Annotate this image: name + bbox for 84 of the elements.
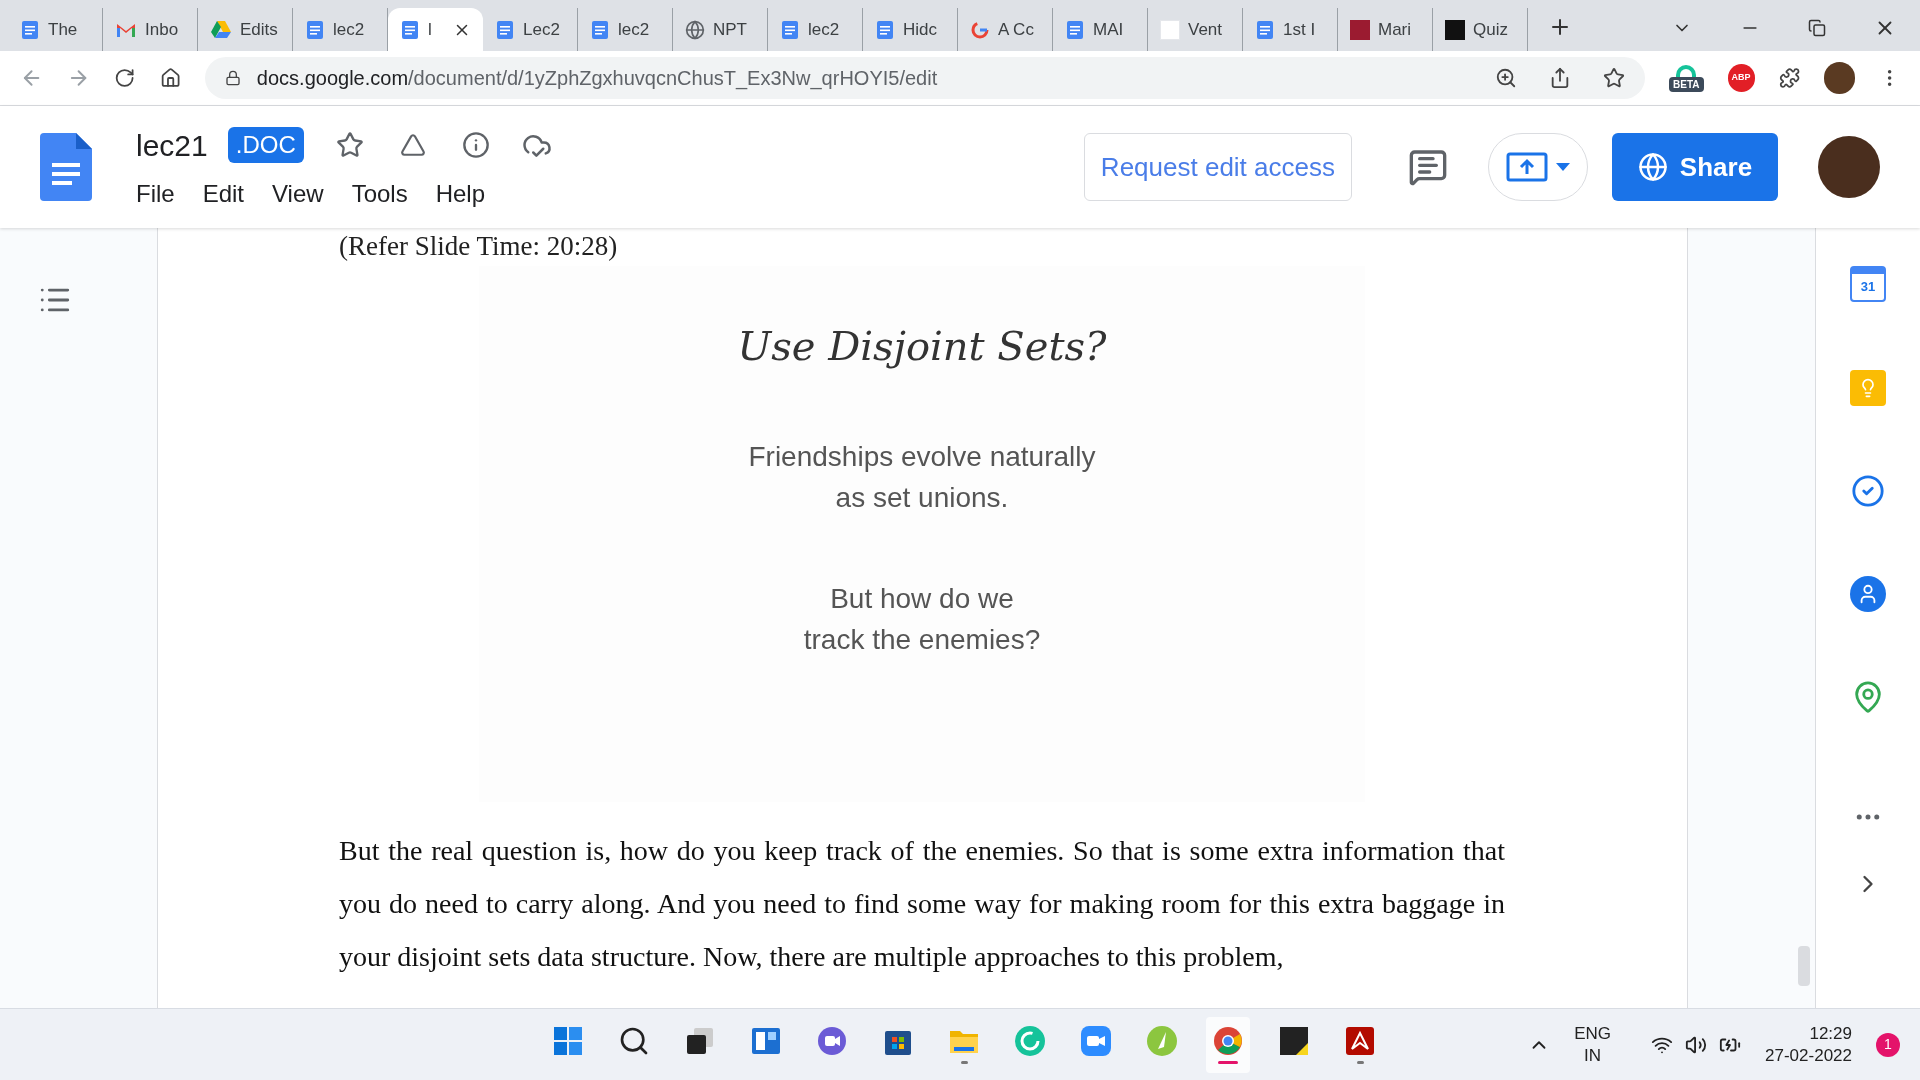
extensions-icon[interactable] xyxy=(1778,67,1800,89)
info-icon[interactable] xyxy=(461,131,490,159)
video-chat-icon xyxy=(816,1025,848,1057)
g-circle-icon xyxy=(1014,1025,1046,1057)
clock-date[interactable]: 27-02-2022 xyxy=(1765,1044,1852,1067)
comments-icon[interactable] xyxy=(1408,147,1448,187)
avatar[interactable] xyxy=(1823,62,1855,94)
menu-item[interactable]: Help xyxy=(435,175,485,212)
document-icon xyxy=(400,19,420,40)
leaf-circle-icon xyxy=(1146,1025,1178,1057)
menu-item[interactable]: Tools xyxy=(351,175,408,212)
g-logo-icon xyxy=(970,19,990,40)
square-logo-icon xyxy=(1445,19,1465,40)
document-icon xyxy=(780,19,800,40)
zoom-icon[interactable] xyxy=(1495,67,1518,89)
document-icon xyxy=(1065,19,1085,40)
browser-tab[interactable]: Mari xyxy=(1338,8,1433,51)
globe-icon xyxy=(685,19,705,40)
slide-text: But how do we track the enemies? xyxy=(803,582,1041,658)
browser-icon xyxy=(1212,1025,1244,1057)
document-title[interactable]: lec21 xyxy=(136,122,208,168)
language[interactable]: ENG xyxy=(1574,1022,1612,1045)
task-view-icon xyxy=(684,1025,716,1057)
body-paragraph: But the real question is, how do you keep track of the enemies. So that is some extra information that you do need to carry along. And you need to find some way for making room for this extra baggage in your disjoint sets data structure. Now, there are multiple approaches to this problem, xyxy=(339,834,1505,975)
clock-time[interactable]: 12:29 xyxy=(1809,1022,1852,1045)
contacts-icon[interactable] xyxy=(1850,576,1886,612)
reload-icon[interactable] xyxy=(114,67,136,89)
browser-tab[interactable]: 1st I xyxy=(1243,8,1338,51)
browser-tab[interactable]: l xyxy=(388,8,483,51)
pdf-icon xyxy=(1344,1025,1376,1057)
browser-tab[interactable]: Vent xyxy=(1148,8,1243,51)
sticky-note-icon xyxy=(1278,1025,1310,1057)
browser-tab[interactable]: NPT xyxy=(673,8,768,51)
document-icon xyxy=(305,19,325,40)
ad-block-button[interactable]: ABP xyxy=(1727,64,1755,92)
document-icon xyxy=(875,19,895,40)
widgets-icon xyxy=(750,1025,782,1057)
request-edit-access-button[interactable]: Request edit access xyxy=(1083,133,1352,201)
docs-logo-icon xyxy=(40,133,92,201)
tile-logo-icon xyxy=(1350,19,1370,40)
browser-tab[interactable]: lec2 xyxy=(293,8,388,51)
menu-item[interactable]: File xyxy=(136,175,175,212)
browser-tab[interactable]: lec2 xyxy=(578,8,673,51)
blank-icon xyxy=(1160,19,1180,40)
calendar-icon[interactable]: 31 xyxy=(1850,266,1886,302)
drive-add-icon[interactable] xyxy=(399,132,426,158)
restore-icon[interactable] xyxy=(1808,19,1826,37)
beta-badge: BETA xyxy=(1669,76,1704,92)
document-icon xyxy=(1255,19,1275,40)
notification-badge[interactable]: 1 xyxy=(1876,1032,1900,1057)
tasks-icon[interactable] xyxy=(1851,474,1885,508)
browser-tab[interactable]: The xyxy=(8,8,103,51)
browser-tab[interactable]: lec2 xyxy=(768,8,863,51)
file-type-badge: .DOC xyxy=(227,127,304,163)
triangle-icon xyxy=(210,19,232,40)
browser-tab[interactable]: Edits xyxy=(198,8,293,51)
menu-item[interactable]: View xyxy=(272,175,324,212)
video-camera-icon xyxy=(1080,1025,1112,1057)
windows-icon xyxy=(552,1025,584,1057)
browser-tab[interactable]: A Cc xyxy=(958,8,1053,51)
scrollbar-thumb[interactable] xyxy=(1798,946,1810,986)
star-icon[interactable] xyxy=(335,131,364,159)
region[interactable]: IN xyxy=(1584,1044,1602,1067)
document-icon xyxy=(590,19,610,40)
search-icon xyxy=(618,1025,650,1057)
globe-icon xyxy=(1637,152,1668,182)
slide-title: Use Disjoint Sets? xyxy=(737,322,1107,372)
browser-tab[interactable]: Inbo xyxy=(103,8,198,51)
home-icon[interactable] xyxy=(159,67,181,89)
document-icon xyxy=(20,19,40,40)
browser-tab[interactable]: Quiz xyxy=(1433,8,1528,51)
browser-tab[interactable]: Hidc xyxy=(863,8,958,51)
menu-item[interactable]: Edit xyxy=(202,175,245,212)
document-icon xyxy=(495,19,515,40)
share-button[interactable]: Share xyxy=(1612,133,1778,201)
address-bar[interactable]: docs.google.com/document/d/1yZphZgxhuvqcnChusT_Ex3Nw_qrHOYI5/edit xyxy=(204,57,1646,99)
bookmark-star-icon[interactable] xyxy=(1603,67,1626,89)
caption: (Refer Slide Time: 20:28) xyxy=(339,230,618,263)
upload-screen-icon xyxy=(1506,152,1548,182)
browser-tab[interactable]: Lec2 xyxy=(483,8,578,51)
lock-icon xyxy=(224,70,241,86)
caret-icon xyxy=(1556,163,1570,171)
browser-tab[interactable]: MAI xyxy=(1053,8,1148,51)
slide-text: Friendships evolve naturally as set unions. xyxy=(748,440,1096,516)
